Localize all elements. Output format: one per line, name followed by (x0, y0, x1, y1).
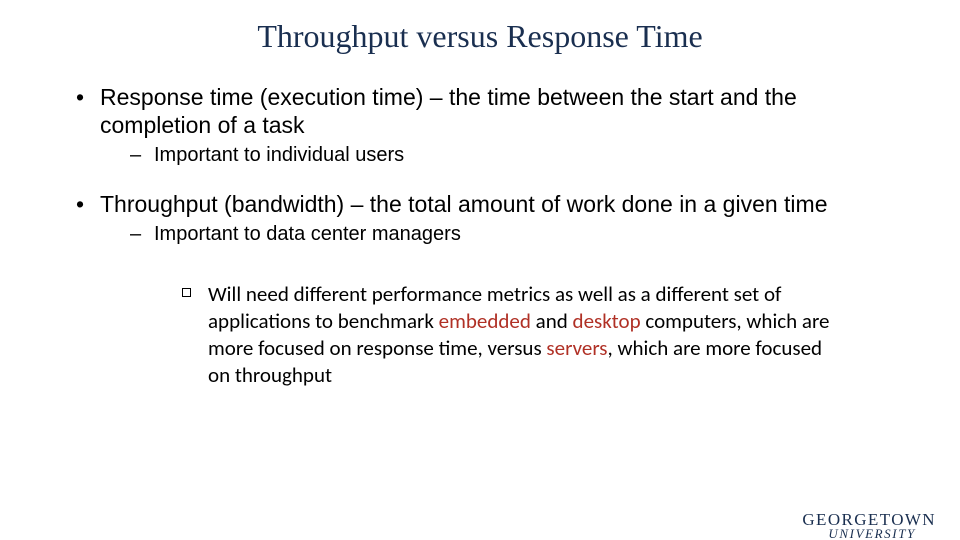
note-list: Will need different performance metrics … (100, 281, 888, 389)
sub-bullet-list: Important to data center managers (100, 222, 888, 247)
sub-bullet-item: Important to individual users (100, 143, 888, 168)
sub-bullet-text: Important to individual users (154, 144, 404, 166)
logo-line2: UNIVERSITY (802, 528, 936, 540)
bullet-item: Throughput (bandwidth) – the total amoun… (72, 190, 888, 389)
sub-bullet-list: Important to individual users (100, 143, 888, 168)
georgetown-logo: GEORGETOWN UNIVERSITY (802, 512, 936, 540)
slide: Throughput versus Response Time Response… (0, 18, 960, 540)
sub-bullet-text: Important to data center managers (154, 223, 461, 245)
slide-title: Throughput versus Response Time (0, 18, 960, 55)
bullet-text: Throughput (bandwidth) – the total amoun… (100, 191, 828, 217)
note-highlight: desktop (573, 308, 641, 334)
note-highlight: servers (546, 335, 607, 361)
note-highlight: embedded (439, 308, 531, 334)
note-text: and (531, 308, 573, 334)
slide-content: Response time (execution time) – the tim… (0, 83, 960, 389)
sub-bullet-item: Important to data center managers (100, 222, 888, 247)
note-item: Will need different performance metrics … (100, 281, 888, 389)
bullet-text: Response time (execution time) – the tim… (100, 84, 797, 138)
bullet-list: Response time (execution time) – the tim… (72, 83, 888, 389)
bullet-item: Response time (execution time) – the tim… (72, 83, 888, 168)
